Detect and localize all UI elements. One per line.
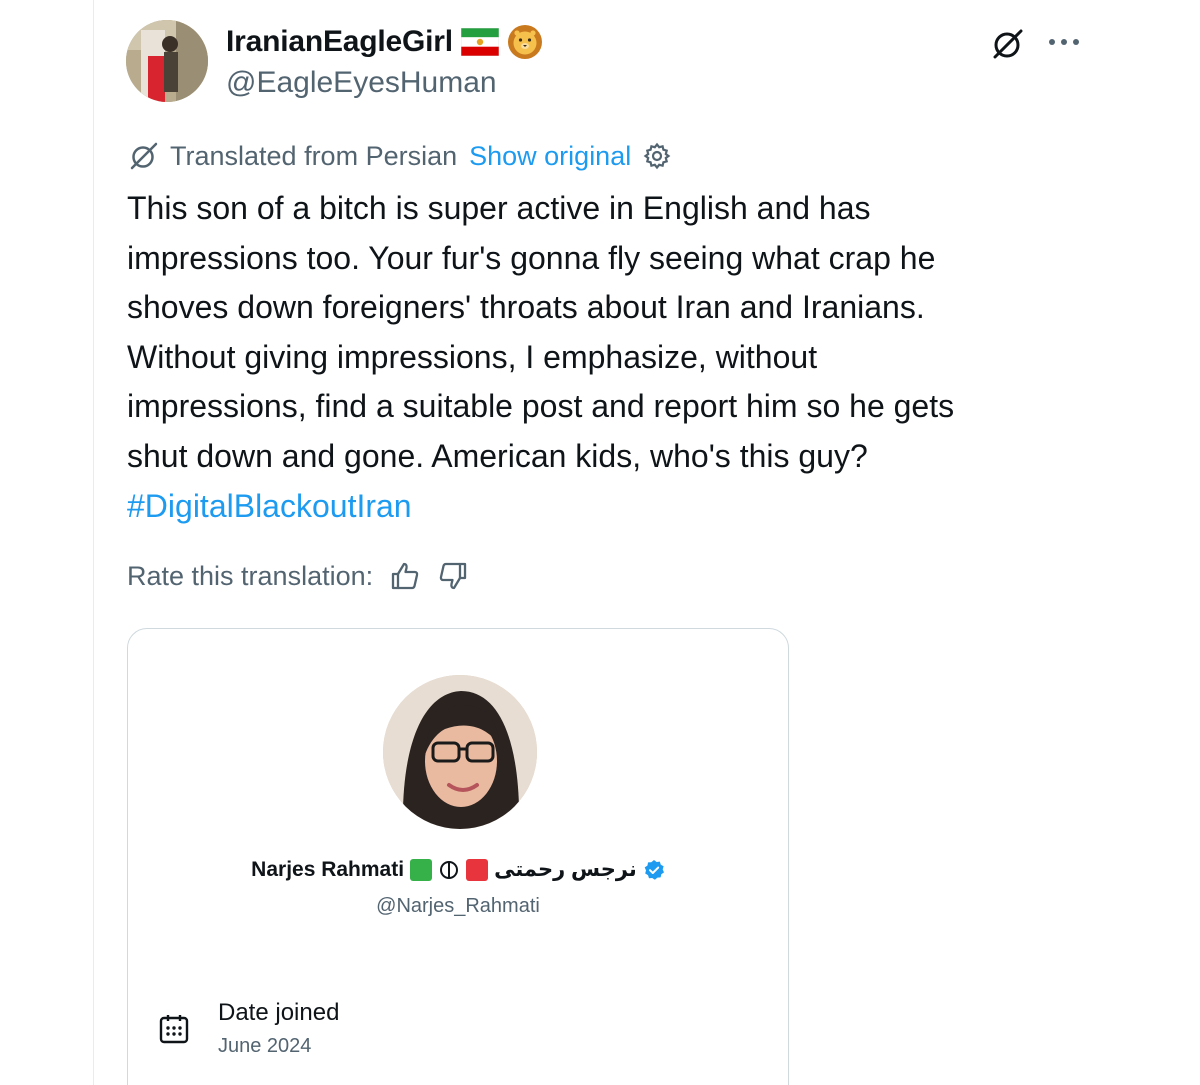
tweet-line: Without giving impressions, I emphasize,… xyxy=(127,338,818,375)
timeline-border xyxy=(93,0,94,1085)
profile-avatar[interactable] xyxy=(383,675,537,829)
profile-handle[interactable]: @Narjes_Rahmati xyxy=(128,895,788,918)
rate-translation-row: Rate this translation: xyxy=(127,560,469,592)
more-icon[interactable] xyxy=(1046,30,1082,54)
author-avatar[interactable] xyxy=(126,20,208,102)
profile-name[interactable]: Narjes Rahmati xyxy=(251,858,404,882)
profile-card[interactable]: Narjes Rahmati نرجس رحمتی @Narjes_Rahmat… xyxy=(127,628,789,1085)
author-name-row[interactable]: IranianEagleGirl xyxy=(226,24,543,60)
profile-name-row[interactable]: Narjes Rahmati نرجس رحمتی xyxy=(128,857,788,882)
hashtag-link[interactable]: #DigitalBlackoutIran xyxy=(127,482,1087,532)
verified-badge-icon xyxy=(643,859,665,881)
grok-icon[interactable] xyxy=(990,26,1026,62)
tweet-line: shoves down foreigners' throats about Ir… xyxy=(127,289,925,326)
thumbs-up-icon[interactable] xyxy=(389,560,421,592)
tweet-line: impressions too. Your fur's gonna fly se… xyxy=(127,239,936,276)
translated-notice: Translated from Persian xyxy=(170,140,458,171)
show-original-link[interactable]: Show original xyxy=(469,141,631,172)
tweet-page: IranianEagleGirl @EagleEyesHuman Transla… xyxy=(0,0,1200,1085)
calendar-icon xyxy=(158,1013,190,1045)
tweet-line: shut down and gone. American kids, who's… xyxy=(127,437,868,474)
thumbs-down-icon[interactable] xyxy=(437,560,469,592)
author-handle[interactable]: @EagleEyesHuman xyxy=(226,66,497,100)
rate-translation-label: Rate this translation: xyxy=(127,560,374,591)
author-display-name[interactable]: IranianEagleGirl xyxy=(226,25,453,59)
tweet-text: This son of a bitch is super active in E… xyxy=(127,184,1087,531)
gear-icon[interactable] xyxy=(643,142,671,170)
translation-bar: Translated from Persian Show original xyxy=(128,140,671,172)
profile-persian-name: نرجس رحمتی xyxy=(494,858,637,881)
tweet-line: impressions, find a suitable post and re… xyxy=(127,388,955,425)
date-joined-label: Date joined xyxy=(218,999,340,1026)
date-joined-value: June 2024 xyxy=(218,1035,312,1057)
iran-lion-sun-flag-icon xyxy=(460,27,500,57)
translate-icon xyxy=(128,140,160,172)
iran-flag-icon xyxy=(410,858,489,881)
tweet-line: This son of a bitch is super active in E… xyxy=(127,190,871,226)
lion-face-icon xyxy=(507,24,543,60)
